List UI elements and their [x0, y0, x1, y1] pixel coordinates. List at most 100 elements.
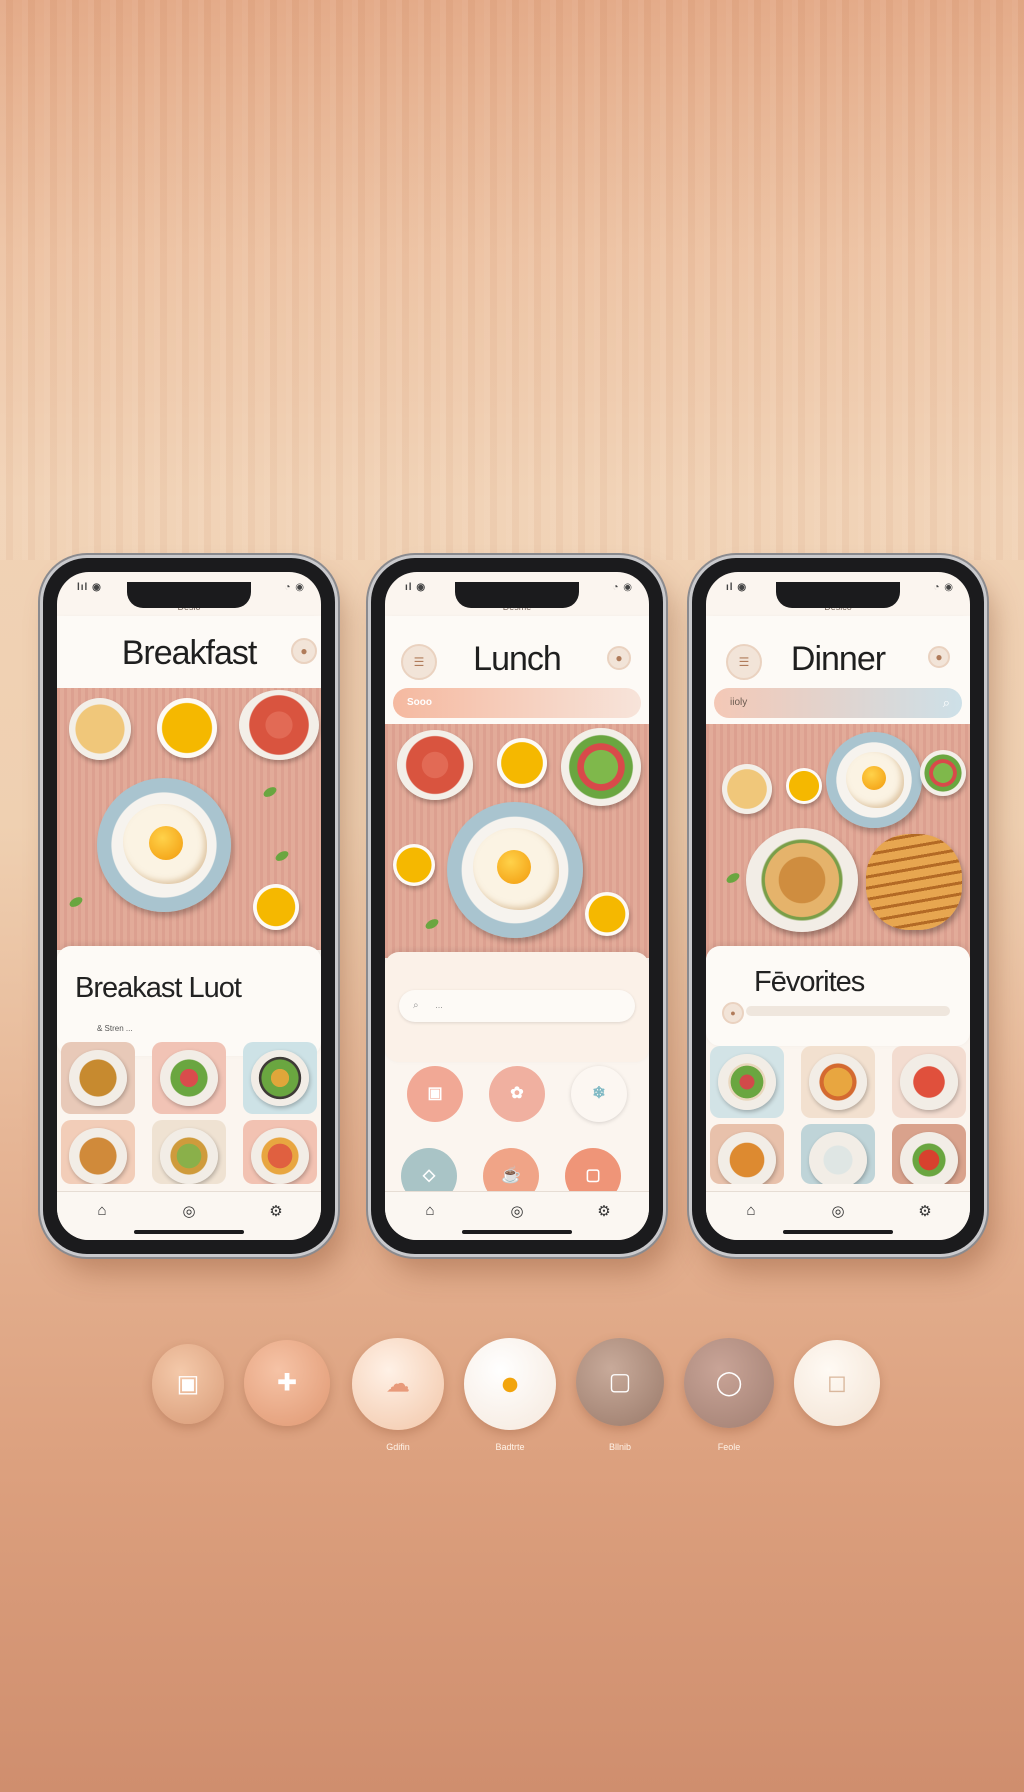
camera-tab-icon[interactable]: ◎ [174, 1202, 204, 1220]
header: Dinner ☰ ● iioly ⌕ [706, 616, 970, 724]
phone-dinner: ıl ◉ ◔ ◉ Desico Dinner ☰ ● iioly ⌕ [692, 558, 984, 1254]
search-bar[interactable]: iioly ⌕ [714, 688, 962, 718]
breakfast-hero-image [57, 688, 321, 950]
home-indicator [462, 1230, 572, 1234]
lunch-screen: ıl ◉ ◔ ◉ Desme Lunch ☰ ● Sooo [385, 572, 649, 1240]
settings-tab-icon[interactable]: ⚙ [910, 1202, 940, 1220]
home-tab-icon[interactable]: ⌂ [736, 1202, 766, 1219]
dish-tile[interactable] [892, 1124, 966, 1184]
category-button[interactable]: ✿ [489, 1066, 545, 1122]
filter-icon[interactable]: ● [722, 1002, 744, 1024]
settings-tab-icon[interactable]: ⚙ [261, 1202, 291, 1220]
settings-tab-icon[interactable]: ⚙ [589, 1202, 619, 1220]
search-chip: Sooo [407, 697, 432, 708]
salad-bowl [920, 750, 966, 796]
phone-notch [127, 582, 251, 608]
profile-button[interactable]: ● [607, 646, 631, 670]
battery-icon: ◔ ◉ [612, 582, 633, 593]
lunch-hero-image [385, 724, 649, 958]
dish-tile[interactable] [710, 1046, 784, 1118]
search-field[interactable]: ⌕ … [399, 990, 635, 1022]
yolk [497, 850, 531, 884]
plate-icon[interactable]: ◻ [794, 1340, 880, 1426]
camera-tab-icon[interactable]: ◎ [502, 1202, 532, 1220]
menu-button[interactable]: ☰ [726, 644, 762, 680]
search-icon: ⌕ [942, 695, 950, 710]
signal-icon: ıl ◉ [726, 582, 748, 593]
dish-tile[interactable] [61, 1120, 135, 1184]
pasta-plate [746, 828, 858, 932]
dish-tile[interactable] [801, 1046, 875, 1118]
breakfast-icon[interactable]: ▣ [152, 1344, 224, 1424]
favorites-card: Fēvorites ● [706, 946, 970, 1046]
search-icon: ⌕ [413, 1000, 419, 1011]
grilled-dish [866, 834, 962, 930]
search-chip: iioly [730, 697, 748, 708]
juice-bowl [157, 698, 217, 758]
icon-caption: Feole [717, 1442, 741, 1452]
header: Breakfast ● [57, 616, 321, 688]
dish-tile[interactable] [61, 1042, 135, 1114]
puzzle-icon[interactable]: ✚ [244, 1340, 330, 1426]
home-indicator [134, 1230, 244, 1234]
battery-icon: ◔ ◉ [933, 582, 954, 593]
egg-plate [826, 732, 922, 828]
background-stripes [0, 0, 1024, 560]
salad-bowl [561, 728, 641, 806]
cloud-icon[interactable]: ☁ [352, 1338, 444, 1430]
search-bar[interactable]: Sooo [393, 688, 641, 718]
dish-tile[interactable] [243, 1120, 317, 1184]
page-title: Breakfast [121, 634, 258, 672]
phone-notch [455, 582, 579, 608]
juice-bowl [497, 738, 547, 788]
yolk [862, 766, 886, 790]
breakfast-screen: lıl ◉ ◔ ◉ Desio Breakfast ● Breakast Luo… [57, 572, 321, 1240]
dish-tile[interactable] [892, 1046, 966, 1118]
egg-plate [447, 802, 583, 938]
phone-breakfast: lıl ◉ ◔ ◉ Desio Breakfast ● Breakast Luo… [43, 558, 335, 1254]
juice-bowl [786, 768, 822, 804]
category-button[interactable]: ▣ [407, 1066, 463, 1122]
card-title: Breakast Luot [75, 972, 242, 1004]
tab-bar: ⌂ ◎ ⚙ [385, 1191, 649, 1240]
sauce-bowl [585, 892, 629, 936]
dish-tile[interactable] [801, 1124, 875, 1184]
tomato-bowl [239, 690, 319, 760]
dish-tile[interactable] [152, 1120, 226, 1184]
sauce-bowl [393, 844, 435, 886]
dish-tile[interactable] [710, 1124, 784, 1184]
phone-lunch: ıl ◉ ◔ ◉ Desme Lunch ☰ ● Sooo [371, 558, 663, 1254]
phone-notch [776, 582, 900, 608]
profile-button[interactable]: ● [928, 646, 950, 668]
menu-button[interactable]: ☰ [401, 644, 437, 680]
category-button[interactable]: ❄ [571, 1066, 627, 1122]
bread-bowl [69, 698, 131, 760]
icon-caption: Gdifin [386, 1442, 410, 1452]
card-progress-track [746, 1006, 950, 1016]
home-indicator [783, 1230, 893, 1234]
bowl-icon[interactable]: ▢ [576, 1338, 664, 1426]
tab-bar: ⌂ ◎ ⚙ [706, 1191, 970, 1240]
camera-tab-icon[interactable]: ◎ [823, 1202, 853, 1220]
signal-icon: lıl ◉ [77, 582, 102, 593]
dish-tile[interactable] [243, 1042, 317, 1114]
battery-icon: ◔ ◉ [284, 582, 305, 593]
profile-button[interactable]: ● [291, 638, 317, 664]
tomato-bowl [397, 730, 473, 800]
dinner-screen: ıl ◉ ◔ ◉ Desico Dinner ☰ ● iioly ⌕ [706, 572, 970, 1240]
dish-tile[interactable] [152, 1042, 226, 1114]
home-tab-icon[interactable]: ⌂ [87, 1202, 117, 1219]
icon-caption: Bllnib [608, 1442, 631, 1452]
egg-plate [97, 778, 231, 912]
header: Lunch ☰ ● Sooo [385, 616, 649, 724]
icon-caption: Badtrte [495, 1442, 525, 1452]
bread-bowl [722, 764, 772, 814]
card-title: Fēvorites [754, 966, 865, 998]
sauce-bowl [253, 884, 299, 930]
home-tab-icon[interactable]: ⌂ [415, 1202, 445, 1219]
card-subtitle: & Stren ... [97, 1024, 133, 1033]
dinner-hero-image [706, 724, 970, 958]
lunch-list-card: ⌕ … [385, 952, 649, 1062]
donut-icon[interactable]: ◯ [684, 1338, 774, 1428]
egg-icon[interactable]: ● [464, 1338, 556, 1430]
